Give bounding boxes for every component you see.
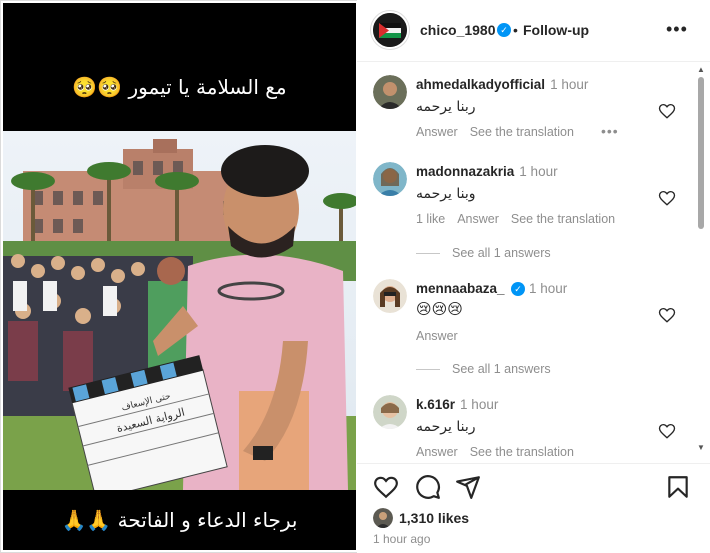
comment-actions: 1 like Answer See the translation	[416, 212, 627, 226]
see-all-replies-button[interactable]: See all 1 answers	[416, 362, 551, 376]
comment-actions: Answer See the translation	[416, 125, 586, 139]
comment-text: ربنا يرحمه	[416, 99, 476, 115]
like-comment-icon[interactable]	[658, 306, 676, 324]
see-translation-button[interactable]: See the translation	[470, 125, 574, 139]
replies-divider	[416, 369, 440, 371]
comment-username[interactable]: mennaabaza_	[416, 281, 505, 296]
post-action-bar	[357, 463, 710, 505]
author-username[interactable]: chico_1980	[420, 22, 496, 38]
comment-icon[interactable]	[415, 474, 441, 500]
follow-button[interactable]: Follow-up	[523, 22, 589, 38]
reply-button[interactable]: Answer	[416, 125, 458, 139]
media-caption-top: مع السلامة يا تيمور 🥺🥺	[72, 75, 287, 99]
comment-username[interactable]: k.616r	[416, 397, 455, 412]
comment-like-count[interactable]: 1 like	[416, 212, 445, 226]
comment-time: 1 hour	[460, 397, 499, 412]
see-translation-button[interactable]: See the translation	[511, 212, 615, 226]
comment-time: 1 hour	[529, 281, 568, 296]
like-icon[interactable]	[373, 474, 399, 500]
comment-username[interactable]: ahmedalkadyofficial	[416, 77, 545, 92]
author-avatar[interactable]	[371, 11, 409, 49]
reply-button[interactable]: Answer	[416, 445, 458, 459]
scroll-down-arrow-icon[interactable]: ▼	[697, 443, 705, 452]
see-all-replies-label: See all 1 answers	[452, 246, 551, 260]
replies-divider	[416, 253, 440, 255]
scrollbar-thumb[interactable]	[698, 77, 704, 229]
post-photo: حتى الإسعاف الرواية السعيدة	[3, 131, 356, 490]
like-comment-icon[interactable]	[658, 189, 676, 207]
save-icon[interactable]	[665, 474, 691, 500]
comment-time: 1 hour	[550, 77, 589, 92]
scroll-up-arrow-icon[interactable]: ▲	[697, 65, 705, 74]
post-header: chico_1980 ✓ • Follow-up •••	[357, 0, 710, 62]
reply-button[interactable]: Answer	[416, 329, 458, 343]
comment-text: وبنا يرحمه	[416, 186, 476, 202]
comment-more-icon[interactable]: •••	[601, 123, 619, 139]
verified-icon: ✓	[497, 23, 511, 37]
commenter-avatar[interactable]	[373, 395, 407, 429]
comments-scrollbar[interactable]: ▲ ▼	[696, 63, 706, 458]
verified-icon: ✓	[511, 282, 525, 296]
commenter-avatar[interactable]	[373, 279, 407, 313]
comment-username[interactable]: madonnazakria	[416, 164, 514, 179]
commenter-avatar[interactable]	[373, 162, 407, 196]
post-side-panel: chico_1980 ✓ • Follow-up ••• ahmedalkady…	[357, 0, 710, 553]
comment-actions: Answer	[416, 329, 470, 343]
liker-avatar	[373, 508, 393, 528]
post-timestamp: 1 hour ago	[373, 532, 431, 546]
comment-actions: Answer See the translation	[416, 445, 586, 459]
see-all-replies-label: See all 1 answers	[452, 362, 551, 376]
more-options-icon[interactable]: •••	[666, 19, 688, 40]
likes-summary[interactable]: 1,310 likes	[373, 507, 673, 529]
see-translation-button[interactable]: See the translation	[470, 445, 574, 459]
commenter-avatar[interactable]	[373, 75, 407, 109]
reply-button[interactable]: Answer	[457, 212, 499, 226]
comment-text: ربنا يرحمه	[416, 419, 476, 435]
share-icon[interactable]	[455, 474, 481, 500]
like-comment-icon[interactable]	[658, 102, 676, 120]
like-comment-icon[interactable]	[658, 422, 676, 440]
header-separator: •	[513, 22, 518, 38]
comments-list: ahmedalkadyofficial 1 hour ربنا يرحمه Ans…	[357, 63, 697, 463]
comment-time: 1 hour	[519, 164, 558, 179]
likes-count[interactable]: 1,310 likes	[399, 510, 469, 526]
comment-text: 😢😢😢	[416, 300, 463, 318]
see-all-replies-button[interactable]: See all 1 answers	[416, 246, 551, 260]
media-caption-bottom: برجاء الدعاء و الفاتحة 🙏🙏	[61, 508, 298, 532]
post-media[interactable]: مع السلامة يا تيمور 🥺🥺 حتى الإسعاف الروا…	[3, 3, 356, 550]
